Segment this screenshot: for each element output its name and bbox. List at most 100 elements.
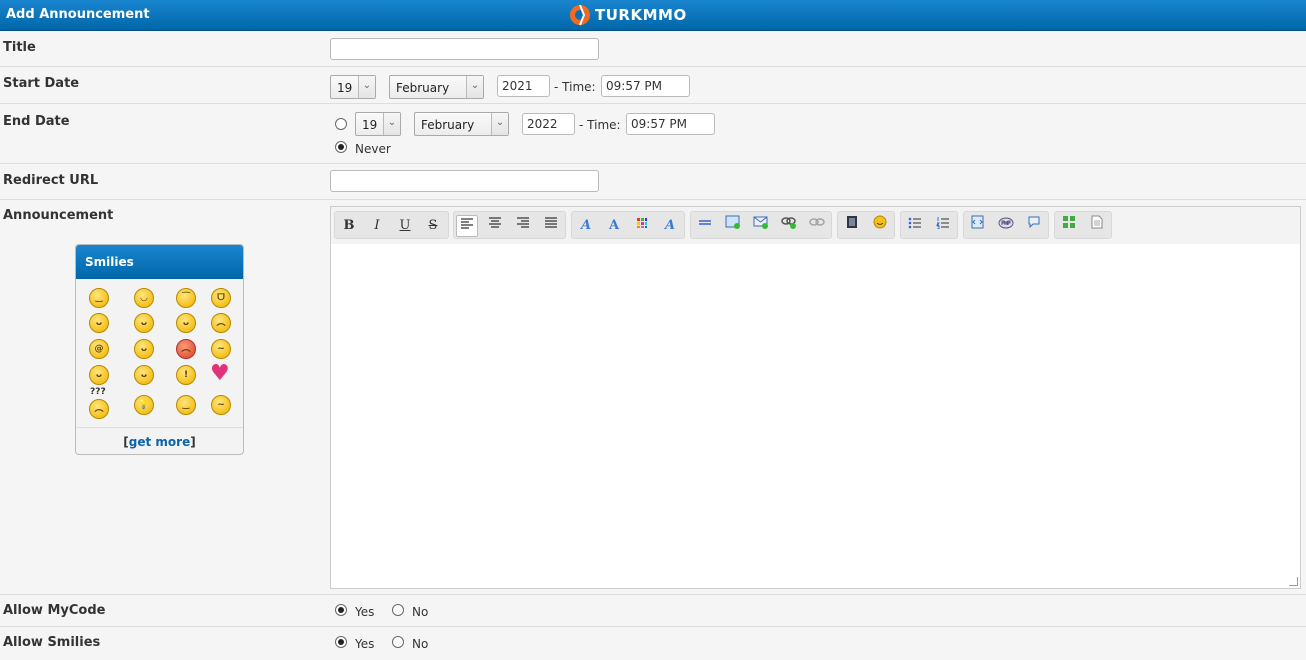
redirect-url-input[interactable] bbox=[330, 170, 599, 192]
smile-icon[interactable]: ‿ bbox=[89, 288, 109, 308]
end-year-input[interactable] bbox=[522, 113, 575, 135]
big-grin-icon[interactable]: ◡ bbox=[134, 288, 154, 308]
quote-icon[interactable] bbox=[1023, 215, 1045, 237]
end-date-specific-radio[interactable] bbox=[335, 118, 347, 130]
idea-icon[interactable]: 💡 bbox=[134, 395, 154, 415]
allow-mycode-yes-label: Yes bbox=[355, 605, 375, 619]
heart-icon[interactable]: ♥ bbox=[210, 363, 230, 385]
numbered-list-icon[interactable] bbox=[932, 215, 954, 237]
at-icon[interactable]: @ bbox=[89, 339, 109, 359]
end-time-label: - Time: bbox=[579, 118, 621, 132]
italic-button[interactable]: I bbox=[366, 215, 388, 237]
tongue-icon[interactable]: ᴗ bbox=[89, 313, 109, 333]
align-justify-icon[interactable] bbox=[540, 215, 562, 237]
allow-smilies-no-label: No bbox=[412, 637, 429, 651]
view-group bbox=[1054, 211, 1112, 239]
never-label: Never bbox=[355, 142, 391, 156]
sad-icon[interactable]: ︵ bbox=[211, 313, 231, 333]
list-group bbox=[900, 211, 958, 239]
angry-icon[interactable]: ︵ bbox=[176, 339, 196, 359]
end-day-select[interactable]: 19 ⌄ bbox=[355, 112, 401, 136]
end-day-value: 19 bbox=[362, 118, 378, 132]
start-month-select[interactable]: February ⌄ bbox=[389, 75, 484, 99]
end-time-input[interactable] bbox=[626, 113, 715, 135]
header-bar: Add Announcement TURKMMO bbox=[0, 0, 1306, 31]
bullet-list-icon[interactable] bbox=[904, 215, 926, 237]
email-icon[interactable] bbox=[750, 215, 772, 237]
rolleyes-icon[interactable]: ᴗ bbox=[134, 313, 154, 333]
end-date-row: End Date 19 ⌄ February ⌄ - Time: Never bbox=[0, 104, 1306, 164]
align-right-icon[interactable] bbox=[512, 215, 534, 237]
start-time-input[interactable] bbox=[601, 75, 690, 97]
align-left-icon[interactable] bbox=[456, 215, 478, 237]
font-size-icon[interactable]: A bbox=[603, 215, 625, 237]
announcement-textarea[interactable] bbox=[331, 244, 1300, 588]
redirect-url-label: Redirect URL bbox=[3, 173, 99, 188]
announcement-editor: B I U S A A A bbox=[330, 206, 1301, 589]
font-group: A A A bbox=[571, 211, 685, 239]
link-icon[interactable] bbox=[778, 215, 800, 237]
chevron-down-icon: ⌄ bbox=[383, 113, 400, 135]
huh-icon[interactable]: ᴗ bbox=[134, 339, 154, 359]
title-row: Title bbox=[0, 31, 1306, 67]
allow-mycode-yes-radio[interactable] bbox=[335, 604, 347, 616]
bold-button[interactable]: B bbox=[338, 215, 360, 237]
sleepy-icon[interactable]: ᴗ bbox=[89, 365, 109, 385]
get-more-link[interactable]: get more bbox=[129, 435, 190, 449]
allow-mycode-no-radio[interactable] bbox=[392, 604, 404, 616]
title-input[interactable] bbox=[330, 38, 599, 60]
allow-smilies-no-radio[interactable] bbox=[392, 636, 404, 648]
shy-icon[interactable]: ᴗ bbox=[176, 313, 196, 333]
undecided-icon[interactable]: ~ bbox=[211, 395, 231, 415]
question-icon[interactable]: ︵ bbox=[89, 399, 109, 419]
start-date-row: Start Date 19 ⌄ February ⌄ - Time: bbox=[0, 67, 1306, 104]
chevron-down-icon: ⌄ bbox=[358, 76, 375, 98]
exclamation-icon[interactable]: ! bbox=[176, 365, 196, 385]
allow-mycode-row: Allow MyCode Yes No bbox=[0, 595, 1306, 627]
start-year-input[interactable] bbox=[497, 75, 550, 97]
unlink-icon[interactable] bbox=[806, 215, 828, 237]
allow-mycode-no-label: No bbox=[412, 605, 429, 619]
chevron-down-icon: ⌄ bbox=[466, 76, 483, 98]
start-day-select[interactable]: 19 ⌄ bbox=[330, 75, 376, 99]
emoticon-icon[interactable] bbox=[869, 215, 891, 237]
start-date-label: Start Date bbox=[3, 76, 80, 91]
font-icon[interactable]: A bbox=[575, 215, 597, 237]
resize-handle[interactable] bbox=[1289, 577, 1298, 586]
end-date-label: End Date bbox=[3, 114, 70, 129]
blush-icon[interactable]: ᴗ bbox=[134, 365, 154, 385]
code-group bbox=[963, 211, 1049, 239]
editor-toolbar: B I U S A A A bbox=[331, 207, 1300, 245]
color-icon[interactable] bbox=[631, 215, 653, 237]
align-center-icon[interactable] bbox=[484, 215, 506, 237]
announcement-label: Announcement bbox=[3, 208, 114, 223]
allow-smilies-yes-label: Yes bbox=[355, 637, 375, 651]
video-icon[interactable] bbox=[841, 215, 863, 237]
confused-icon[interactable]: ~ bbox=[211, 339, 231, 359]
logo-icon bbox=[570, 4, 590, 26]
strikethrough-button[interactable]: S bbox=[422, 215, 444, 237]
get-more-container: [get more] bbox=[76, 427, 243, 454]
align-group bbox=[453, 211, 566, 239]
get-more-bracket-close: ] bbox=[190, 435, 196, 449]
wink-icon[interactable]: ‿ bbox=[176, 395, 196, 415]
media-group bbox=[837, 211, 895, 239]
allow-smilies-row: Allow Smilies Yes No bbox=[0, 627, 1306, 660]
image-icon[interactable] bbox=[722, 215, 744, 237]
smilies-title: Smilies bbox=[76, 245, 243, 279]
allow-smilies-yes-radio[interactable] bbox=[335, 636, 347, 648]
logo-text: TURKMMO bbox=[595, 6, 687, 24]
cool-icon[interactable]: ⁀ bbox=[176, 288, 196, 308]
page-title: Add Announcement bbox=[6, 7, 150, 22]
maximize-icon[interactable] bbox=[1058, 215, 1080, 237]
remove-format-icon[interactable]: A bbox=[659, 215, 681, 237]
code-icon[interactable] bbox=[967, 215, 989, 237]
source-icon[interactable] bbox=[1086, 215, 1108, 237]
end-date-never-radio[interactable] bbox=[335, 141, 347, 153]
end-month-select[interactable]: February ⌄ bbox=[414, 112, 509, 136]
php-icon[interactable] bbox=[995, 215, 1017, 237]
horizontal-rule-icon[interactable] bbox=[694, 215, 716, 237]
underline-button[interactable]: U bbox=[394, 215, 416, 237]
start-day-value: 19 bbox=[337, 81, 353, 95]
grin-icon[interactable]: ᗜ bbox=[211, 288, 231, 308]
